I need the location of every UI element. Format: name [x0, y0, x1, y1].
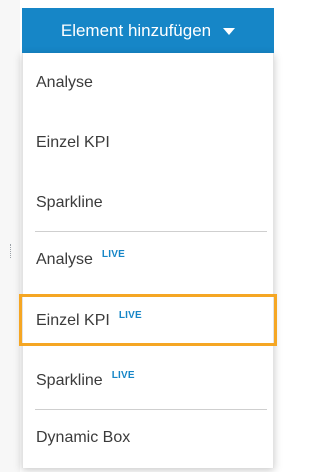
add-element-label: Element hinzufügen: [60, 20, 212, 40]
menu-item-label: Sparkline: [36, 194, 103, 211]
background-panel-edge: [0, 0, 20, 472]
menu-divider: [35, 409, 267, 410]
drag-handle-icon: [10, 244, 13, 258]
menu-item-label: Analyse: [36, 74, 93, 91]
menu-item-einzel-kpi-live[interactable]: Einzel KPI LIVE: [23, 299, 273, 343]
menu-item-label: Dynamic Box: [36, 429, 131, 446]
menu-item-analyse[interactable]: Analyse: [23, 61, 273, 105]
menu-item-label: Analyse: [36, 251, 93, 268]
menu-item-einzel-kpi[interactable]: Einzel KPI: [23, 121, 273, 165]
menu-item-sparkline-live[interactable]: Sparkline LIVE: [23, 359, 273, 403]
menu-item-label: Einzel KPI: [36, 312, 110, 329]
live-badge: LIVE: [101, 248, 125, 260]
menu-item-dynamic-box[interactable]: Dynamic Box: [23, 416, 273, 460]
live-badge: LIVE: [111, 369, 135, 381]
add-element-dropdown-button[interactable]: Element hinzufügen: [22, 8, 274, 53]
menu-item-analyse-live[interactable]: Analyse LIVE: [23, 238, 273, 282]
menu-item-label: Einzel KPI: [36, 134, 110, 151]
menu-item-label: Sparkline: [36, 372, 103, 389]
menu-item-sparkline[interactable]: Sparkline: [23, 181, 273, 225]
live-badge: LIVE: [118, 309, 142, 321]
menu-divider: [35, 231, 267, 232]
stage: Element hinzufügen Analyse Einzel KPI Sp…: [0, 0, 278, 472]
caret-down-icon: [223, 28, 236, 35]
add-element-menu: Analyse Einzel KPI Sparkline Analyse LIV…: [22, 53, 274, 468]
